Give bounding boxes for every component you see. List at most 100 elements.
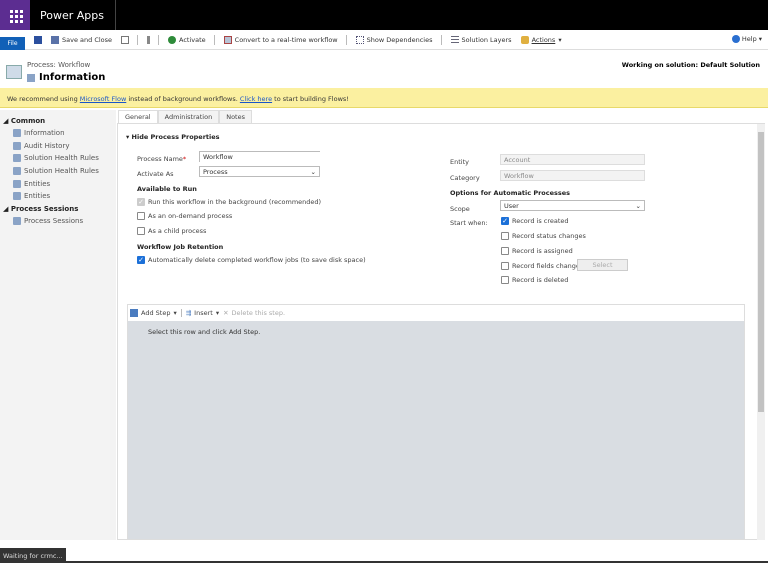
actions-label: Actions — [531, 35, 556, 44]
process-name-input[interactable]: Workflow — [199, 151, 320, 162]
scrollbar-thumb[interactable] — [758, 132, 764, 412]
save-close-icon — [51, 35, 59, 44]
checkbox[interactable] — [501, 232, 509, 240]
checkbox[interactable] — [137, 212, 145, 220]
select-fields-button[interactable]: Select — [577, 259, 628, 271]
flow-recommendation-banner: We recommend using Microsoft Flow instea… — [0, 88, 768, 108]
select-value: Process — [203, 168, 228, 176]
insert-button[interactable]: ⇶ Insert ▾ — [186, 309, 219, 317]
activate-as-select[interactable]: Process ⌄ — [199, 166, 320, 177]
checkbox[interactable] — [501, 276, 509, 284]
delete-step-label: Delete this step. — [231, 309, 286, 317]
checkbox[interactable]: ✓ — [501, 217, 509, 225]
record-deleted-checkbox[interactable]: Record is deleted — [501, 276, 568, 284]
print-icon — [121, 35, 130, 44]
checkbox[interactable] — [137, 227, 145, 235]
print-button[interactable] — [121, 35, 130, 44]
nav-section-common[interactable]: ◢ Common — [0, 117, 116, 127]
record-fields-checkbox[interactable]: Record fields change — [501, 262, 580, 270]
save-button[interactable] — [34, 35, 42, 44]
record-assigned-checkbox[interactable]: Record is assigned — [501, 247, 573, 255]
checkbox-label: Automatically delete completed workflow … — [148, 256, 366, 264]
divider — [345, 34, 347, 45]
process-name-label: Process Name* — [137, 155, 186, 163]
information-icon — [27, 73, 35, 82]
divider — [158, 34, 160, 45]
nav-item-solution-health-rules[interactable]: Solution Health Rules — [0, 152, 116, 165]
checkbox-label: Record is deleted — [512, 276, 569, 284]
nav-item-entities[interactable]: Entities — [0, 177, 116, 190]
convert-button[interactable]: Convert to a real-time workflow — [223, 35, 338, 44]
chevron-down-icon: ▾ — [758, 35, 762, 43]
page-title-text: Information — [39, 72, 106, 83]
checkbox[interactable] — [501, 247, 509, 255]
save-icon — [34, 35, 42, 44]
chevron-down-icon: ▾ — [215, 309, 220, 317]
actions-menu[interactable]: Actions ▾ — [520, 35, 562, 44]
add-step-icon — [130, 309, 138, 317]
nav-section-process-sessions[interactable]: ◢ Process Sessions — [0, 205, 116, 215]
add-step-hint[interactable]: Select this row and click Add Step. — [128, 321, 744, 336]
help-menu[interactable]: Help ▾ — [731, 35, 762, 43]
category-field: Workflow — [500, 170, 645, 181]
nav-item-audit-history[interactable]: Audit History — [0, 140, 116, 153]
nav-item-label: Audit History — [24, 141, 70, 150]
section-title: Hide Process Properties — [131, 133, 220, 141]
activate-icon — [168, 35, 177, 44]
show-deps-label: Show Dependencies — [366, 35, 433, 44]
nav-item-label: Solution Health Rules — [24, 154, 99, 163]
nav-item-solution-health-rules[interactable]: Solution Health Rules — [0, 165, 116, 178]
scope-select[interactable]: User ⌄ — [500, 200, 645, 211]
click-here-link[interactable]: Click here — [240, 95, 272, 103]
dependencies-icon — [355, 35, 364, 44]
page-title: Information — [27, 72, 105, 83]
delete-step-button[interactable]: ✕ Delete this step. — [223, 309, 285, 317]
on-demand-checkbox[interactable]: As an on-demand process — [137, 212, 232, 220]
chevron-down-icon: ▾ — [173, 309, 177, 317]
microsoft-flow-link[interactable]: Microsoft Flow — [80, 95, 126, 103]
child-process-checkbox[interactable]: As a child process — [137, 227, 206, 235]
help-label: Help — [741, 35, 757, 43]
app-name[interactable]: Power Apps — [40, 9, 104, 22]
app-launcher-icon[interactable] — [0, 0, 30, 30]
nav-item-label: Process Sessions — [24, 216, 84, 225]
file-button[interactable]: File — [0, 36, 25, 50]
checkbox-label: Run this workflow in the background (rec… — [148, 198, 322, 206]
tab-notes[interactable]: Notes — [219, 110, 252, 123]
save-and-close-button[interactable]: Save and Close — [51, 35, 112, 44]
activate-label: Activate — [179, 35, 206, 44]
attach-button[interactable] — [147, 35, 151, 44]
actions-icon — [520, 35, 529, 44]
solution-label: Working on solution: Default Solution — [621, 61, 760, 69]
checkbox[interactable] — [501, 262, 509, 270]
status-tooltip: Waiting for crmc... — [0, 548, 66, 563]
entity-icon — [13, 192, 21, 201]
select-value: User — [504, 202, 519, 210]
audit-icon — [13, 141, 21, 150]
label-text: Process Name — [137, 155, 183, 163]
record-status-checkbox[interactable]: Record status changes — [501, 232, 586, 240]
auto-delete-checkbox[interactable]: ✓ Automatically delete completed workflow… — [137, 256, 366, 264]
activate-as-label: Activate As — [137, 170, 174, 178]
add-step-button[interactable]: Add Step ▾ — [130, 309, 177, 317]
show-dependencies-button[interactable]: Show Dependencies — [355, 35, 433, 44]
hide-process-properties-toggle[interactable]: ▾ Hide Process Properties — [126, 133, 220, 141]
nav-item-entities[interactable]: Entities — [0, 190, 116, 203]
nav-item-information[interactable]: Information — [0, 127, 116, 140]
nav-section-title: Process Sessions — [10, 204, 79, 213]
information-icon — [13, 129, 21, 138]
solution-layers-button[interactable]: Solution Layers — [450, 35, 512, 44]
checkbox: ✓ — [137, 198, 145, 206]
nav-item-label: Solution Health Rules — [24, 167, 99, 176]
steps-toolbar: Add Step ▾ ⇶ Insert ▾ ✕ Delete this step. — [128, 305, 744, 321]
tab-administration[interactable]: Administration — [157, 110, 220, 123]
nav-item-label: Entities — [24, 192, 51, 201]
layers-icon — [450, 35, 459, 44]
checkbox[interactable]: ✓ — [137, 256, 145, 264]
paperclip-icon — [147, 35, 151, 44]
delete-icon: ✕ — [223, 309, 229, 317]
record-created-checkbox[interactable]: ✓ Record is created — [501, 217, 569, 225]
tab-general[interactable]: General — [118, 110, 158, 123]
nav-item-process-sessions[interactable]: Process Sessions — [0, 215, 116, 228]
activate-button[interactable]: Activate — [168, 35, 206, 44]
